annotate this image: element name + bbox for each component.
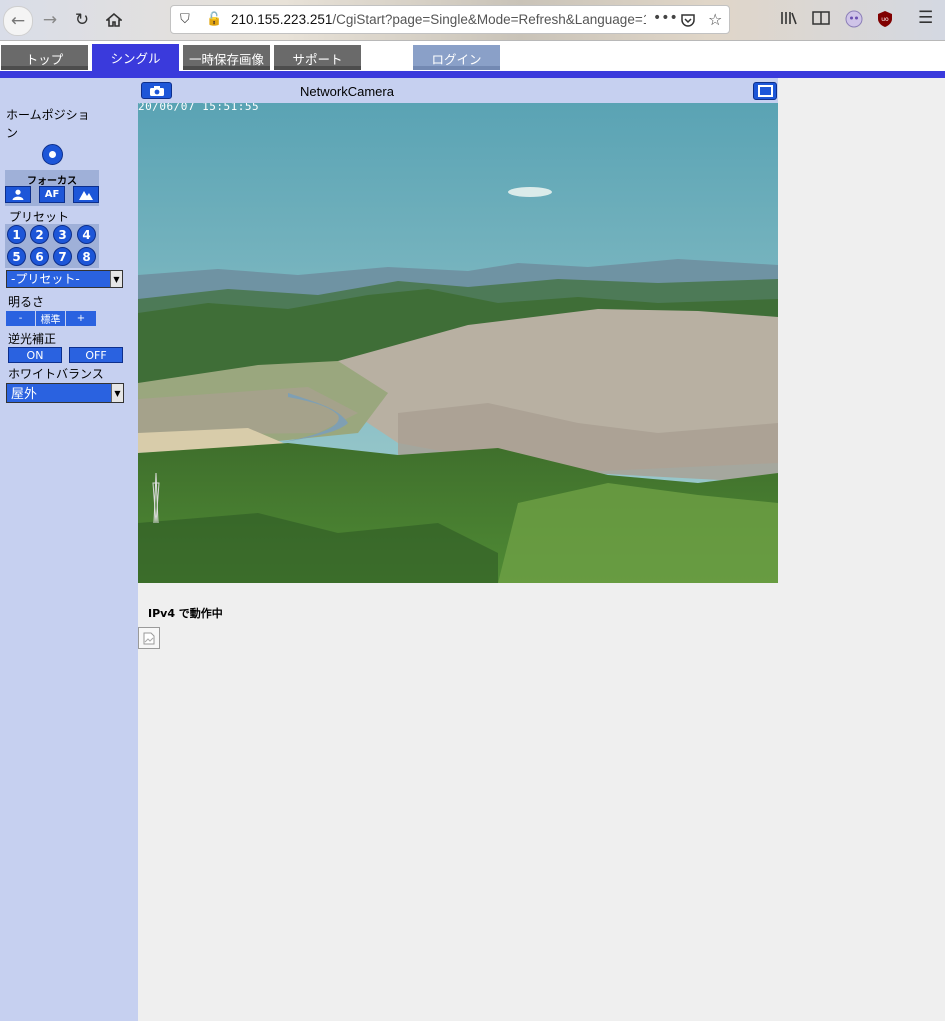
white-balance-select[interactable]: 屋外 ▼ <box>6 383 124 403</box>
chevron-down-icon: ▼ <box>111 384 123 402</box>
camera-header: NetworkCamera <box>138 78 778 103</box>
focus-panel: フォーカス AF <box>5 170 99 206</box>
brightness-standard-button[interactable]: 標準 <box>36 311 65 326</box>
preset-select-value: -プリセット- <box>11 272 80 286</box>
preset-button-8[interactable]: 8 <box>77 247 96 266</box>
tab-top[interactable]: トップ <box>1 45 88 70</box>
reader-view-icon[interactable] <box>812 10 830 30</box>
library-icon[interactable] <box>780 10 798 30</box>
back-arrow-icon: ← <box>10 11 26 31</box>
focus-far-button[interactable] <box>73 186 99 203</box>
camera-scene <box>138 103 778 583</box>
address-bar[interactable]: ⛉ 🔓 210.155.223.251/CgiStart?page=Single… <box>170 5 730 34</box>
broken-image-icon <box>138 627 160 649</box>
control-panel: ホームポジション フォーカス AF プリセット 1 2 3 4 5 6 7 8 … <box>0 78 138 1021</box>
extension-avatar-icon[interactable] <box>845 10 863 32</box>
tab-single[interactable]: シングル <box>92 44 179 71</box>
browser-toolbar: ← → ↻ ⛉ 🔓 210.155.223.251/CgiStart?page=… <box>0 0 945 41</box>
shield-icon[interactable]: ⛉ <box>180 12 190 27</box>
camera-timestamp: 20/06/07 15:51:55 <box>138 103 260 113</box>
reload-button[interactable]: ↻ <box>68 6 96 34</box>
home-icon <box>106 12 122 27</box>
backlight-off-button[interactable]: OFF <box>69 347 123 363</box>
tab-login[interactable]: ログイン <box>413 45 500 70</box>
home-position-label: ホームポジション <box>6 108 90 140</box>
white-balance-select-value: 屋外 <box>11 387 38 402</box>
backlight-label: 逆光補正 <box>8 332 57 346</box>
nav-divider <box>0 71 945 78</box>
tab-support[interactable]: サポート <box>274 45 361 70</box>
preset-button-4[interactable]: 4 <box>77 225 96 244</box>
preset-label: プリセット <box>9 210 70 224</box>
preset-button-5[interactable]: 5 <box>7 247 26 266</box>
preset-select[interactable]: -プリセット- ▼ <box>6 270 123 288</box>
brightness-label: 明るさ <box>8 295 45 309</box>
brightness-plus-button[interactable]: + <box>66 311 96 326</box>
back-button[interactable]: ← <box>3 6 33 36</box>
reload-icon: ↻ <box>74 10 90 30</box>
ipv4-status: IPv4 で動作中 <box>148 607 223 620</box>
backlight-on-button[interactable]: ON <box>8 347 62 363</box>
forward-button[interactable]: → <box>36 6 64 34</box>
svg-text:uo: uo <box>881 16 889 23</box>
preset-button-2[interactable]: 2 <box>30 225 49 244</box>
pocket-icon[interactable] <box>680 12 696 32</box>
camera-title: NetworkCamera <box>300 84 394 99</box>
preset-grid: 1 2 3 4 5 6 7 8 <box>5 224 99 268</box>
white-balance-label: ホワイトバランス <box>8 367 104 381</box>
preset-button-6[interactable]: 6 <box>30 247 49 266</box>
person-icon <box>12 189 24 200</box>
preset-button-3[interactable]: 3 <box>53 225 72 244</box>
chevron-down-icon: ▼ <box>110 271 122 287</box>
brightness-minus-button[interactable]: - <box>6 311 35 326</box>
home-button[interactable] <box>100 6 128 34</box>
page-actions-button[interactable]: ••• <box>653 10 678 26</box>
url-text[interactable]: 210.155.223.251/CgiStart?page=Single&Mod… <box>231 12 646 27</box>
url-host: 210.155.223.251 <box>231 12 333 27</box>
site-nav: トップ シングル 一時保存画像 サポート ログイン <box>0 41 945 71</box>
url-path: /CgiStart?page=Single&Mode=Refresh&Langu… <box>332 12 646 27</box>
fullscreen-button[interactable] <box>753 82 777 100</box>
insecure-lock-icon[interactable]: 🔓 <box>206 12 222 27</box>
camera-live-image[interactable]: 20/06/07 15:51:55 <box>138 103 778 583</box>
tab-saved-images[interactable]: 一時保存画像 <box>183 45 270 70</box>
mountain-icon <box>79 191 93 200</box>
bookmark-star-icon[interactable]: ☆ <box>708 10 722 29</box>
preset-button-7[interactable]: 7 <box>53 247 72 266</box>
ublock-icon[interactable]: uo <box>877 10 893 32</box>
forward-arrow-icon: → <box>42 10 58 30</box>
preset-button-1[interactable]: 1 <box>7 225 26 244</box>
home-position-button[interactable] <box>42 144 63 165</box>
auto-focus-button[interactable]: AF <box>39 186 65 203</box>
menu-icon[interactable]: ☰ <box>918 8 933 28</box>
focus-title: フォーカス <box>27 176 77 187</box>
focus-near-button[interactable] <box>5 186 31 203</box>
